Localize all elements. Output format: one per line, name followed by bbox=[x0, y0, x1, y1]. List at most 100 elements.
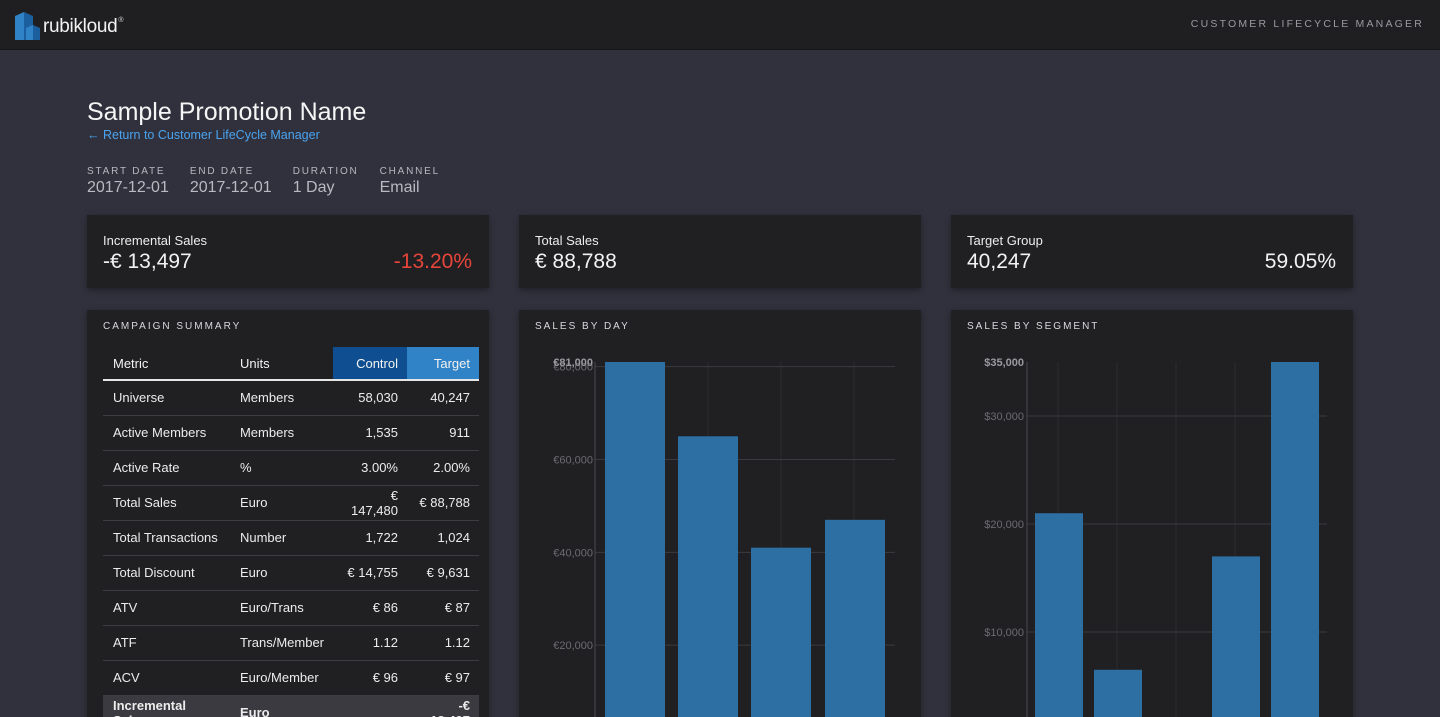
control-cell: € 14,755 bbox=[333, 555, 407, 591]
bar bbox=[825, 519, 885, 717]
kpi-value: 40,247 bbox=[967, 250, 1032, 273]
target-cell: 911 bbox=[407, 415, 479, 451]
sales-by-day-panel: SALES BY DAY €80,000 €60,000 €40,000 €20,00… bbox=[519, 310, 921, 717]
meta-start-date: START DATE 2017-12-01 bbox=[87, 166, 169, 197]
campaign-summary-panel: CAMPAIGN SUMMARY Metric Units Control Ta… bbox=[87, 310, 489, 717]
registered-mark: ® bbox=[118, 17, 124, 24]
units-cell: Euro/Member bbox=[229, 660, 334, 696]
app-title: CUSTOMER LIFECYCLE MANAGER bbox=[1190, 18, 1424, 30]
table-row: ACV Euro/Member € 96 € 97 bbox=[103, 660, 479, 696]
kpi-percent: -13.20% bbox=[393, 250, 472, 273]
kpi-label: Target Group bbox=[967, 233, 1043, 248]
units-cell: Euro/Trans bbox=[229, 590, 334, 626]
column-header-metric: Metric bbox=[103, 347, 230, 381]
table-row: ATV Euro/Trans € 86 € 87 bbox=[103, 590, 479, 626]
units-cell: % bbox=[229, 450, 334, 486]
units-cell: Number bbox=[229, 520, 334, 556]
metric-cell: ATV bbox=[103, 590, 230, 626]
page-title: Sample Promotion Name bbox=[87, 98, 367, 126]
target-cell: 40,247 bbox=[407, 380, 479, 416]
target-cell: -€ 13,497 bbox=[407, 695, 479, 717]
table-row: Active Members Members 1,535 911 bbox=[103, 415, 479, 451]
units-cell: Members bbox=[229, 380, 334, 416]
meta-label: DURATION bbox=[292, 166, 359, 177]
units-cell: Members bbox=[229, 415, 334, 451]
control-cell: € 96 bbox=[333, 660, 407, 696]
bar bbox=[1212, 556, 1260, 717]
y-tick-label: €40,000 bbox=[553, 547, 593, 559]
bar bbox=[678, 436, 738, 717]
table-row: Active Rate% 3.00% 2.00% bbox=[103, 450, 479, 486]
bar bbox=[1035, 513, 1083, 717]
target-cell: 2.00% bbox=[407, 450, 479, 486]
column-header-units: Units bbox=[229, 347, 334, 381]
y-tick-label: €20,000 bbox=[553, 640, 593, 652]
meta-value: 1 Day bbox=[292, 179, 335, 196]
table-row: Total Sales Euro € 147,480 € 88,788 bbox=[103, 485, 479, 521]
column-header-target: Target bbox=[407, 347, 479, 381]
control-cell: 1.12 bbox=[333, 625, 407, 661]
control-cell bbox=[333, 695, 407, 717]
column-header-control: Control bbox=[333, 347, 407, 381]
kpi-total-sales: Total Sales € 88,788 bbox=[519, 215, 921, 288]
kpi-label: Incremental Sales bbox=[103, 233, 208, 248]
kpi-incremental-sales: Incremental Sales -€ 13,497 -13.20% bbox=[87, 215, 489, 288]
logo[interactable]: rubikloud ® bbox=[15, 8, 124, 40]
metric-cell: Active Members bbox=[103, 415, 230, 451]
return-link[interactable]: ← Return to Customer LifeCycle Manager bbox=[87, 128, 320, 142]
control-cell: 1,535 bbox=[333, 415, 407, 451]
table-header-row: Metric Units Control Target bbox=[103, 347, 479, 381]
meta-duration: DURATION 1 Day bbox=[293, 166, 359, 197]
kpi-label: Total Sales bbox=[535, 233, 599, 248]
kpi-target-group: Target Group 40,247 59.05% bbox=[951, 215, 1353, 288]
table-row: ATF Trans/Member 1.12 1.12 bbox=[103, 625, 479, 661]
meta-value: 2017-12-01 bbox=[189, 179, 272, 196]
kpi-value: -€ 13,497 bbox=[103, 250, 192, 273]
metric-cell: Active Rate bbox=[103, 450, 230, 486]
table-row: Incremental SalesEuro -€ 13,497 bbox=[103, 695, 479, 717]
y-max-label: $35,000 bbox=[984, 357, 1024, 369]
units-cell: Euro bbox=[229, 695, 334, 717]
metric-cell: Universe bbox=[103, 380, 230, 416]
metric-cell: Total Discount bbox=[103, 555, 230, 591]
meta-value: 2017-12-01 bbox=[87, 179, 169, 196]
target-cell: € 97 bbox=[407, 660, 479, 696]
target-cell: 1.12 bbox=[407, 625, 479, 661]
table-row: Total Transactions Number 1,722 1,024 bbox=[103, 520, 479, 556]
control-cell: € 147,480 bbox=[333, 485, 407, 521]
sales-by-segment-panel: SALES BY SEGMENT $30,000 $20,000 $10,000 $3… bbox=[951, 310, 1353, 717]
bar bbox=[1094, 669, 1142, 717]
metric-cell: ACV bbox=[103, 660, 230, 696]
control-cell: € 86 bbox=[333, 590, 407, 626]
target-cell: € 9,631 bbox=[407, 555, 479, 591]
y-tick-label: $20,000 bbox=[984, 519, 1024, 531]
meta-label: END DATE bbox=[189, 166, 255, 177]
top-bar: rubikloud ® CUSTOMER LIFECYCLE MANAGER bbox=[0, 0, 1440, 50]
meta-label: START DATE bbox=[87, 166, 166, 177]
kpi-percent: 59.05% bbox=[1264, 250, 1336, 273]
control-cell: 3.00% bbox=[333, 450, 407, 486]
units-cell: Euro bbox=[229, 555, 334, 591]
sales-by-segment-chart: $30,000 $20,000 $10,000 $35,000 bbox=[984, 357, 1327, 717]
meta-label: CHANNEL bbox=[379, 166, 440, 177]
control-cell: 1,722 bbox=[333, 520, 407, 556]
meta-value: Email bbox=[379, 179, 420, 196]
units-cell: Euro bbox=[229, 485, 334, 521]
meta-channel: CHANNEL Email bbox=[380, 166, 440, 197]
y-tick-label: $10,000 bbox=[984, 627, 1024, 639]
metric-cell: Total Sales bbox=[103, 485, 230, 521]
campaign-summary-table: Metric Units Control Target Universe Memb… bbox=[103, 347, 479, 717]
units-cell: Trans/Member bbox=[229, 625, 334, 661]
logo-text: rubikloud bbox=[43, 16, 118, 37]
control-cell: 58,030 bbox=[333, 380, 407, 416]
rubikloud-logo-icon bbox=[15, 12, 40, 40]
sales-by-day-chart: €80,000€60,000€40,000€20,000€81,000 bbox=[553, 357, 895, 717]
y-max-label: €81,000 bbox=[553, 357, 593, 369]
y-tick-label: $30,000 bbox=[984, 411, 1024, 423]
bar bbox=[605, 362, 665, 717]
metric-cell: Incremental Sales bbox=[103, 695, 230, 717]
target-cell: 1,024 bbox=[407, 520, 479, 556]
metric-cell: Total Transactions bbox=[103, 520, 230, 556]
meta-end-date: END DATE 2017-12-01 bbox=[190, 166, 272, 197]
bar bbox=[1271, 362, 1319, 717]
